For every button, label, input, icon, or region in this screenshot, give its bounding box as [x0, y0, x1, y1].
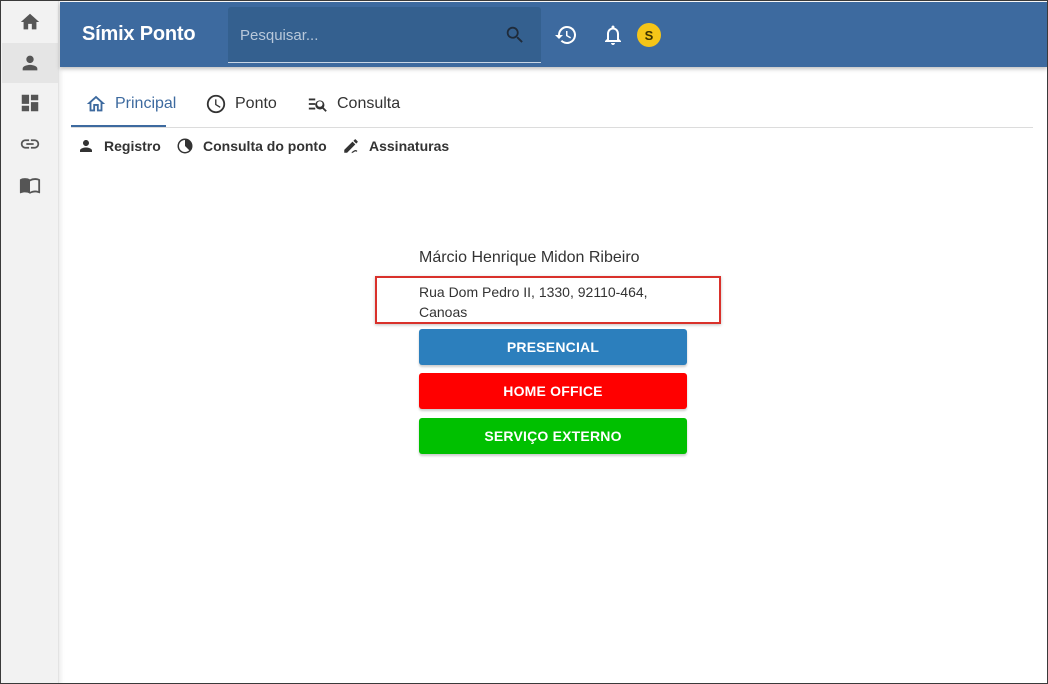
home-outline-icon [86, 95, 106, 112]
search-icon[interactable] [504, 24, 526, 46]
notifications-icon[interactable] [601, 23, 625, 47]
signature-icon [344, 139, 358, 154]
servico-externo-button[interactable]: SERVIÇO EXTERNO [419, 418, 687, 454]
link-icon [20, 139, 40, 149]
search-input[interactable] [240, 23, 490, 47]
history-icon[interactable] [554, 23, 578, 47]
tab-ponto[interactable]: Ponto [205, 81, 277, 127]
tab-label: Ponto [235, 95, 277, 112]
rail-home-button[interactable] [2, 2, 58, 42]
dashboard-icon [21, 94, 39, 112]
main-tabs: Principal Ponto Consulta [71, 81, 1033, 128]
list-search-icon [308, 98, 327, 112]
subtab-label: Registro [104, 138, 161, 154]
home-icon [20, 13, 40, 30]
active-tab-indicator [71, 125, 166, 127]
rail-link-button[interactable] [2, 124, 58, 164]
book-icon [19, 178, 41, 194]
subtab-label: Assinaturas [369, 138, 450, 154]
person-icon [80, 140, 92, 152]
pie-chart-icon [177, 138, 193, 154]
search-box [228, 7, 541, 63]
top-app-bar: Símix Ponto S [60, 2, 1047, 67]
subtab-label: Consulta do ponto [203, 138, 327, 154]
rail-book-button[interactable] [2, 165, 58, 205]
app-window: Símix Ponto S Principal Ponto Consulta [0, 0, 1048, 684]
app-title: Símix Ponto [82, 23, 196, 45]
employee-address: Rua Dom Pedro II, 1330, 92110-464, Canoa… [419, 284, 648, 320]
employee-name: Márcio Henrique Midon Ribeiro [419, 249, 640, 266]
presencial-button[interactable]: PRESENCIAL [419, 329, 687, 365]
subtab-consulta-do-ponto[interactable]: Consulta do ponto [176, 135, 327, 157]
person-icon [22, 55, 38, 71]
tab-consulta[interactable]: Consulta [307, 81, 400, 127]
tab-principal[interactable]: Principal [85, 81, 176, 127]
rail-person-button[interactable] [2, 43, 58, 83]
user-avatar[interactable]: S [637, 23, 661, 47]
side-rail [1, 1, 59, 683]
clock-icon [206, 94, 226, 114]
subtab-registro[interactable]: Registro [77, 135, 161, 157]
home-office-button[interactable]: HOME OFFICE [419, 373, 687, 409]
rail-dashboard-button[interactable] [2, 83, 58, 123]
tab-label: Consulta [337, 95, 401, 112]
subtab-assinaturas[interactable]: Assinaturas [342, 135, 449, 157]
tab-label: Principal [115, 95, 177, 112]
